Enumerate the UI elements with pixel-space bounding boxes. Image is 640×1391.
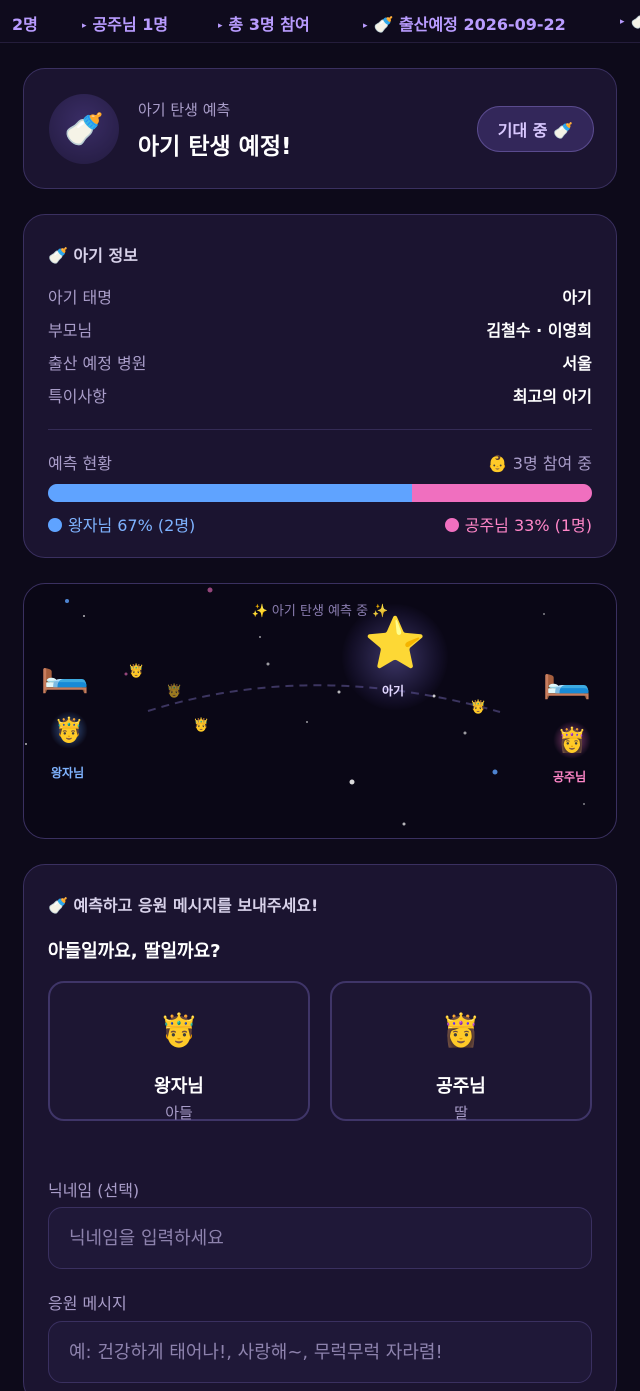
prediction-progress-bar bbox=[48, 484, 592, 502]
prince-icon: 🤴 bbox=[159, 1011, 199, 1049]
bed-icon: 🛏️ bbox=[542, 655, 592, 701]
choice-name: 왕자님 bbox=[154, 1076, 204, 1097]
prince-icon: 🤴 bbox=[50, 711, 88, 749]
info-value: 서울 bbox=[562, 354, 592, 373]
prediction-form-card: 🍼 예측하고 응원 메시지를 보내주세요! 아들일까요, 딸일까요? 🤴 왕자님… bbox=[23, 864, 617, 1391]
ticker-item: ▸ 🍼 출산예정 2026-09-22 bbox=[363, 15, 566, 34]
gender-question: 아들일까요, 딸일까요? bbox=[48, 941, 221, 962]
prediction-scene: ✨ 아기 탄생 예측 중 ✨ 🛏️ 🛏️ 🤴 왕자님 👸 공주님 ⭐ 아기 🤴 … bbox=[23, 583, 617, 839]
hero-card: 🍼 아기 탄생 예측 아기 탄생 예정! 기대 중 🍼 bbox=[23, 68, 617, 189]
ticker-item: ▸ 공주님 1명 bbox=[82, 15, 169, 34]
message-input[interactable] bbox=[48, 1321, 592, 1383]
participant-count: 👶 3명 참여 중 bbox=[487, 454, 592, 473]
choice-sub: 아들 bbox=[165, 1104, 193, 1122]
arrow-icon: ▸ bbox=[620, 17, 625, 27]
prince-bar-segment bbox=[48, 484, 413, 502]
choice-sub: 딸 bbox=[454, 1104, 468, 1122]
blue-dot-icon bbox=[48, 518, 62, 532]
info-value: 최고의 아기 bbox=[512, 387, 592, 406]
prince-icon: 🤴 bbox=[470, 700, 487, 715]
arrow-icon: ▸ bbox=[363, 21, 368, 31]
prince-icon: 🤴 bbox=[128, 664, 145, 679]
baby-label: 아기 bbox=[382, 684, 405, 698]
page-title: 아기 탄생 예정! bbox=[138, 134, 292, 160]
baby-info-card: 🍼 아기 정보 아기 태명 아기 부모님 김철수 · 이영희 출산 예정 병원 … bbox=[23, 214, 617, 558]
info-row: 부모님 김철수 · 이영희 bbox=[48, 317, 592, 340]
arrow-icon: ▸ bbox=[82, 21, 87, 31]
info-row: 특이사항 최고의 아기 bbox=[48, 383, 592, 406]
ticker-item: ▸ 총 3명 참여 bbox=[218, 15, 310, 34]
princess-choice-button[interactable]: 👸 공주님 딸 bbox=[330, 981, 592, 1122]
prince-choice-button[interactable]: 🤴 왕자님 아들 bbox=[48, 981, 310, 1122]
princess-label: 공주님 bbox=[553, 770, 587, 784]
info-key: 부모님 bbox=[48, 321, 93, 340]
baby-bottle-icon: 🍼 bbox=[49, 94, 119, 164]
star-icon: ⭐ bbox=[364, 614, 427, 672]
princess-icon: 👸 bbox=[441, 1011, 481, 1049]
scene-caption: ✨ 아기 탄생 예측 중 ✨ bbox=[251, 604, 389, 619]
ticker-item: ▸🍼 bbox=[620, 11, 640, 30]
princess-icon: 👸 bbox=[553, 721, 591, 759]
info-row: 출산 예정 병원 서울 bbox=[48, 350, 592, 373]
nickname-input[interactable] bbox=[48, 1207, 592, 1269]
nickname-label: 닉네임 (선택) bbox=[48, 1181, 140, 1200]
hero-subtitle: 아기 탄생 예측 bbox=[138, 101, 231, 119]
info-key: 아기 태명 bbox=[48, 288, 112, 307]
info-key: 출산 예정 병원 bbox=[48, 354, 147, 373]
info-row: 아기 태명 아기 bbox=[48, 284, 592, 307]
arrow-icon: ▸ bbox=[218, 21, 223, 31]
divider bbox=[48, 429, 592, 430]
status-badge: 기대 중 🍼 bbox=[476, 106, 594, 152]
prediction-status-label: 예측 현황 bbox=[48, 454, 112, 473]
ticker-item: 2명 bbox=[12, 15, 38, 34]
choice-name: 공주님 bbox=[436, 1076, 486, 1097]
bed-icon: 🛏️ bbox=[40, 649, 90, 695]
prince-legend: 왕자님 67% (2명) bbox=[48, 512, 195, 536]
message-label: 응원 메시지 bbox=[48, 1294, 127, 1313]
prince-icon: 🤴 bbox=[193, 718, 210, 733]
info-value: 김철수 · 이영희 bbox=[486, 321, 592, 340]
starfield bbox=[25, 587, 585, 826]
prince-label: 왕자님 bbox=[51, 766, 85, 780]
pink-dot-icon bbox=[444, 518, 459, 532]
info-value: 아기 bbox=[562, 288, 592, 307]
section-heading: 🍼 아기 정보 bbox=[48, 246, 138, 265]
announcement-ticker: 2명 ▸ 공주님 1명 ▸ 총 3명 참여 ▸ 🍼 출산예정 2026-09-22 ▸… bbox=[0, 0, 640, 43]
princess-legend: 공주님 33% (1명) bbox=[444, 512, 592, 536]
princess-bar-segment bbox=[412, 484, 592, 502]
info-key: 특이사항 bbox=[48, 387, 107, 406]
section-heading: 🍼 예측하고 응원 메시지를 보내주세요! bbox=[48, 896, 319, 915]
prince-icon: 🤴 bbox=[166, 684, 183, 699]
